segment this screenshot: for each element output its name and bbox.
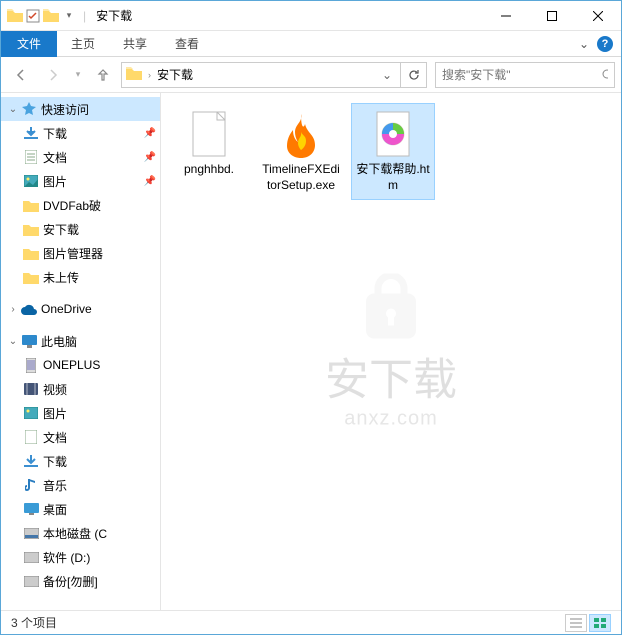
chevron-right-icon[interactable]: › xyxy=(7,303,19,315)
tab-file[interactable]: 文件 xyxy=(1,31,57,57)
sidebar-item-documents[interactable]: 文档📌 xyxy=(1,145,160,169)
sidebar-item-software[interactable]: 软件 (D:) xyxy=(1,545,160,569)
up-button[interactable] xyxy=(89,61,117,89)
file-label: TimelineFXEditorSetup.exe xyxy=(262,162,340,193)
watermark: 安下载 anxz.com xyxy=(325,273,457,430)
titlebar-separator: | xyxy=(83,9,86,23)
ribbon: 文件 主页 共享 查看 ⌄ ? xyxy=(1,31,621,57)
file-type-icon xyxy=(277,110,325,158)
sidebar-item-picmgr[interactable]: 图片管理器 xyxy=(1,241,160,265)
sidebar-item-desktop[interactable]: 桌面 xyxy=(1,497,160,521)
file-item[interactable]: 安下载帮助.htm xyxy=(351,103,435,200)
navbar: ▾ › 安下载 ⌄ xyxy=(1,57,621,93)
explorer-window: ▾ | 安下载 文件 主页 共享 查看 ⌄ ? ▾ › 安下载 ⌄ xyxy=(0,0,622,635)
status-text: 3 个项目 xyxy=(11,614,57,631)
sidebar-item-videos[interactable]: 视频 xyxy=(1,377,160,401)
chevron-down-icon[interactable]: ⌄ xyxy=(7,103,19,115)
chevron-down-icon[interactable]: ⌄ xyxy=(7,335,19,347)
folder-icon xyxy=(7,8,23,24)
view-details-button[interactable] xyxy=(565,614,587,632)
chevron-right-icon[interactable]: › xyxy=(148,70,151,80)
sidebar-item-this-pc[interactable]: ⌄ 此电脑 xyxy=(1,329,160,353)
drive-icon xyxy=(23,525,39,541)
sidebar-item-downloads[interactable]: 下载📌 xyxy=(1,121,160,145)
recent-dropdown[interactable]: ▾ xyxy=(71,61,85,89)
sidebar-item-not-uploaded[interactable]: 未上传 xyxy=(1,265,160,289)
pin-icon: 📌 xyxy=(144,128,156,139)
document-icon xyxy=(23,149,39,165)
sidebar-item-pictures2[interactable]: 图片 xyxy=(1,401,160,425)
search-icon xyxy=(601,68,608,82)
sidebar-item-quick-access[interactable]: ⌄ 快速访问 xyxy=(1,97,160,121)
file-label: pnghhbd. xyxy=(184,162,234,178)
phone-icon xyxy=(23,357,39,373)
pin-icon: 📌 xyxy=(144,176,156,187)
sidebar-item-documents2[interactable]: 文档 xyxy=(1,425,160,449)
window-title: 安下载 xyxy=(96,7,132,24)
back-button[interactable] xyxy=(7,61,35,89)
sidebar[interactable]: ⌄ 快速访问 下载📌 文档📌 图片📌 DVDFab破 xyxy=(1,93,161,610)
folder-icon xyxy=(23,245,39,261)
picture-icon xyxy=(23,173,39,189)
music-icon xyxy=(23,477,39,493)
down-arrow-icon xyxy=(23,453,39,469)
tab-share[interactable]: 共享 xyxy=(109,31,161,57)
address-bar[interactable]: › 安下载 ⌄ xyxy=(121,62,401,88)
address-path: 安下载 xyxy=(157,66,372,83)
folder-icon xyxy=(43,8,59,24)
folder-icon xyxy=(126,67,142,83)
sidebar-item-dvdfab[interactable]: DVDFab破 xyxy=(1,193,160,217)
sidebar-item-pictures[interactable]: 图片📌 xyxy=(1,169,160,193)
statusbar: 3 个项目 xyxy=(1,610,621,634)
drive-icon xyxy=(23,549,39,565)
sidebar-item-onedrive[interactable]: › OneDrive xyxy=(1,297,160,321)
file-list[interactable]: pnghhbd. TimelineFXEditorSetup.exe 安下载帮助.h… xyxy=(161,93,621,610)
file-label: 安下载帮助.htm xyxy=(354,162,432,193)
maximize-button[interactable] xyxy=(529,1,575,31)
view-icons-button[interactable] xyxy=(589,614,611,632)
document-icon xyxy=(23,429,39,445)
search-input[interactable] xyxy=(442,68,597,82)
search-box[interactable] xyxy=(435,62,615,88)
folder-icon xyxy=(23,197,39,213)
star-icon xyxy=(21,101,37,117)
help-icon[interactable]: ? xyxy=(597,36,613,52)
titlebar: ▾ | 安下载 xyxy=(1,1,621,31)
ribbon-expand-icon[interactable]: ⌄ xyxy=(579,37,589,51)
cloud-icon xyxy=(21,301,37,317)
drive-icon xyxy=(23,573,39,589)
file-type-icon xyxy=(369,110,417,158)
down-arrow-icon xyxy=(23,125,39,141)
forward-button[interactable] xyxy=(39,61,67,89)
minimize-button[interactable] xyxy=(483,1,529,31)
sidebar-item-backup[interactable]: 备份[勿删] xyxy=(1,569,160,593)
tab-home[interactable]: 主页 xyxy=(57,31,109,57)
folder-icon xyxy=(23,269,39,285)
sidebar-item-music[interactable]: 音乐 xyxy=(1,473,160,497)
qat-dropdown-icon[interactable]: ▾ xyxy=(61,8,77,24)
refresh-button[interactable] xyxy=(401,62,427,88)
sidebar-item-localdisk[interactable]: 本地磁盘 (C xyxy=(1,521,160,545)
sidebar-item-downloads2[interactable]: 下载 xyxy=(1,449,160,473)
sidebar-item-anxz[interactable]: 安下载 xyxy=(1,217,160,241)
file-item[interactable]: pnghhbd. xyxy=(167,103,251,200)
sidebar-item-oneplus[interactable]: ONEPLUS xyxy=(1,353,160,377)
address-dropdown-icon[interactable]: ⌄ xyxy=(378,68,396,82)
folder-icon xyxy=(23,221,39,237)
monitor-icon xyxy=(21,333,37,349)
qat-properties-icon[interactable] xyxy=(25,8,41,24)
close-button[interactable] xyxy=(575,1,621,31)
picture-icon xyxy=(23,405,39,421)
monitor-icon xyxy=(23,501,39,517)
tab-view[interactable]: 查看 xyxy=(161,31,213,57)
pin-icon: 📌 xyxy=(144,152,156,163)
file-item[interactable]: TimelineFXEditorSetup.exe xyxy=(259,103,343,200)
film-icon xyxy=(23,381,39,397)
file-type-icon xyxy=(185,110,233,158)
